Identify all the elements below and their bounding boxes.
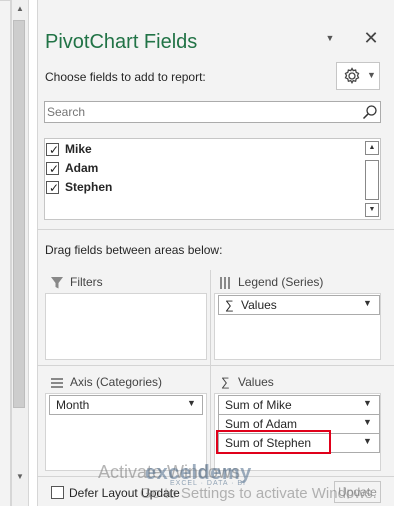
pane-splitter[interactable] [29, 0, 37, 506]
chevron-down-icon[interactable]: ▼ [363, 298, 372, 308]
filters-drop-zone[interactable] [45, 293, 207, 360]
choose-fields-label: Choose fields to add to report: [45, 70, 206, 84]
pane-title: PivotChart Fields [45, 31, 198, 53]
scroll-up-icon[interactable]: ▲ [365, 141, 379, 155]
chevron-down-icon[interactable]: ▼ [363, 436, 372, 446]
drag-fields-label: Drag fields between areas below: [45, 243, 223, 257]
defer-layout-checkbox[interactable] [51, 486, 64, 499]
brand-tagline: EXCEL · DATA · BI [170, 480, 246, 487]
divider [210, 270, 211, 470]
pill-label: Sum of Adam [225, 417, 298, 431]
field-checkbox[interactable]: ✓ [46, 181, 60, 195]
legend-values-pill[interactable]: ∑ Values ▼ [218, 295, 380, 315]
checkmark-icon: ✓ [49, 162, 60, 176]
activate-windows-subtext: Go to Settings to activate Windows. [140, 485, 377, 502]
scrollbar-thumb[interactable] [13, 20, 25, 408]
field-item-adam[interactable]: ✓ Adam [46, 160, 356, 178]
field-label: Stephen [65, 180, 113, 194]
search-input[interactable] [45, 102, 355, 122]
highlight-box [216, 430, 331, 454]
field-checkbox[interactable]: ✓ [46, 162, 60, 176]
axis-area-label: Axis (Categories) [70, 375, 163, 389]
scroll-up-icon[interactable]: ▲ [12, 1, 28, 17]
filters-area-label: Filters [70, 275, 103, 289]
field-list-scroll-thumb[interactable] [365, 160, 379, 200]
field-item-mike[interactable]: ✓ Mike [46, 141, 356, 159]
field-label: Mike [65, 142, 92, 156]
checkmark-icon: ✓ [49, 143, 60, 157]
divider [37, 365, 394, 366]
chevron-down-icon[interactable]: ▼ [363, 417, 372, 427]
filter-icon [51, 277, 63, 289]
values-pill-mike[interactable]: Sum of Mike ▼ [218, 395, 380, 415]
pill-label: Values [241, 298, 277, 312]
field-label: Adam [65, 161, 99, 175]
search-icon[interactable] [362, 104, 378, 120]
close-icon[interactable]: ✕ [362, 28, 380, 48]
field-checkbox[interactable]: ✓ [46, 143, 60, 157]
scroll-down-icon[interactable]: ▼ [365, 203, 379, 217]
checkmark-icon: ✓ [49, 181, 60, 195]
chevron-down-icon[interactable]: ▼ [363, 398, 372, 408]
tools-chevron-down-icon[interactable]: ▼ [367, 70, 376, 80]
values-area-label: Values [238, 375, 274, 389]
field-item-stephen[interactable]: ✓ Stephen [46, 179, 356, 197]
sigma-icon: ∑ [221, 375, 230, 389]
scroll-down-icon[interactable]: ▼ [12, 469, 28, 485]
chevron-down-icon[interactable]: ▼ [187, 398, 196, 408]
pill-label: Month [56, 398, 90, 412]
legend-area-label: Legend (Series) [238, 275, 324, 289]
sigma-icon: ∑ [225, 298, 234, 312]
pane-options-chevron-icon[interactable]: ▼ [323, 30, 337, 46]
gear-icon[interactable] [342, 66, 362, 86]
axis-month-pill[interactable]: Month ▼ [49, 395, 203, 415]
axis-rows-icon [51, 378, 63, 388]
sheet-edge [0, 0, 11, 506]
legend-columns-icon [220, 277, 230, 289]
divider [37, 229, 394, 230]
pill-label: Sum of Mike [225, 398, 292, 412]
